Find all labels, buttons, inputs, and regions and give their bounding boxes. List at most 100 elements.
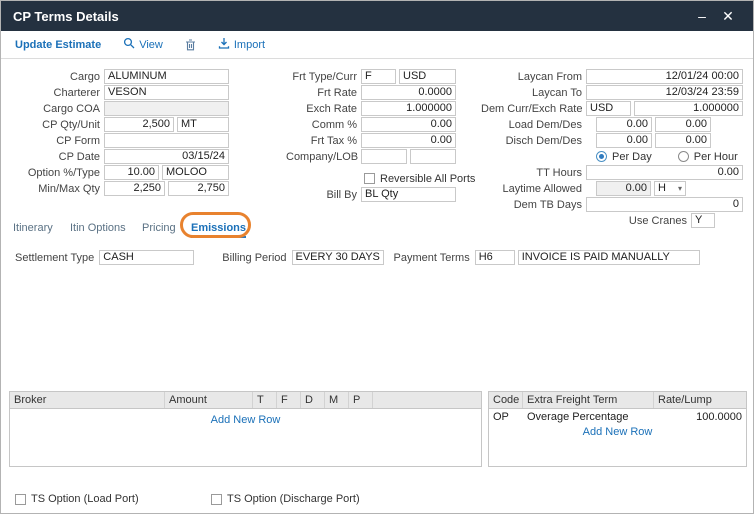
tt-hours-field[interactable]: 0.00 xyxy=(586,165,743,180)
view-button[interactable]: View xyxy=(123,37,163,52)
per-day-radio[interactable] xyxy=(596,151,607,162)
t-col-header[interactable]: T xyxy=(253,392,277,408)
payment-terms-code-field[interactable]: H6 xyxy=(475,250,515,265)
frt-rate-field[interactable]: 0.0000 xyxy=(361,85,456,100)
billing-period-field[interactable]: EVERY 30 DAYS xyxy=(292,250,384,265)
right-form-column: Laycan From 12/01/24 00:00 Laycan To 12/… xyxy=(481,69,743,229)
extra-freight-term-cell: Overage Percentage xyxy=(523,411,654,423)
table-row[interactable]: OP Overage Percentage 100.0000 xyxy=(489,409,746,425)
m-col-header[interactable]: M xyxy=(325,392,349,408)
laytime-allowed-label: Laytime Allowed xyxy=(481,183,586,195)
middle-form-column: Frt Type/Curr F USD Frt Rate 0.0000 Exch… xyxy=(286,69,475,203)
toolbar: Update Estimate View Import xyxy=(1,31,753,59)
ts-option-discharge-checkbox[interactable] xyxy=(211,494,222,505)
use-cranes-label: Use Cranes xyxy=(481,215,691,227)
rate-lump-col-header[interactable]: Rate/Lump xyxy=(654,392,746,408)
bill-by-label: Bill By xyxy=(286,189,361,201)
option-type-field[interactable]: MOLOO xyxy=(162,165,229,180)
delete-icon[interactable] xyxy=(185,39,196,51)
exch-rate-label: Exch Rate xyxy=(286,103,361,115)
tab-emissions[interactable]: Emissions xyxy=(191,222,246,238)
reversible-all-ports-label: Reversible All Ports xyxy=(380,173,475,185)
tt-hours-label: TT Hours xyxy=(481,167,586,179)
laytime-allowed-field[interactable]: 0.00 xyxy=(596,181,651,196)
frt-tax-field[interactable]: 0.00 xyxy=(361,133,456,148)
cargo-coa-field[interactable] xyxy=(104,101,229,116)
d-col-header[interactable]: D xyxy=(301,392,325,408)
dem-curr-exch-label: Dem Curr/Exch Rate xyxy=(481,103,586,115)
dem-exch-rate-field[interactable]: 1.000000 xyxy=(634,101,743,116)
chevron-down-icon: ▾ xyxy=(678,185,682,193)
ts-option-discharge-label: TS Option (Discharge Port) xyxy=(227,493,360,505)
laycan-to-field[interactable]: 12/03/24 23:59 xyxy=(586,85,743,100)
per-day-label: Per Day xyxy=(612,151,652,163)
per-hour-radio[interactable] xyxy=(678,151,689,162)
broker-table-header: Broker Amount T F D M P xyxy=(10,392,481,409)
charterer-label: Charterer xyxy=(9,87,104,99)
payment-terms-label: Payment Terms xyxy=(394,252,475,264)
minimize-button[interactable]: – xyxy=(689,8,715,24)
bill-by-field[interactable]: BL Qty xyxy=(361,187,456,202)
load-des-field[interactable]: 0.00 xyxy=(655,117,711,132)
laytime-unit-select[interactable]: H ▾ xyxy=(654,181,686,196)
extra-freight-add-new-row-link[interactable]: Add New Row xyxy=(489,426,746,438)
settlement-row: Settlement Type CASH Billing Period EVER… xyxy=(15,250,700,265)
load-dem-des-label: Load Dem/Des xyxy=(481,119,586,131)
tab-pricing[interactable]: Pricing xyxy=(142,222,176,234)
extra-freight-code-cell: OP xyxy=(489,411,523,423)
update-estimate-button[interactable]: Update Estimate xyxy=(15,39,101,51)
broker-add-new-row-link[interactable]: Add New Row xyxy=(10,414,481,426)
use-cranes-field[interactable]: Y xyxy=(691,213,715,228)
cp-qty-unit-label: CP Qty/Unit xyxy=(9,119,104,131)
option-pct-field[interactable]: 10.00 xyxy=(104,165,159,180)
disch-dem-field[interactable]: 0.00 xyxy=(596,133,652,148)
company-field[interactable] xyxy=(361,149,407,164)
cp-date-field[interactable]: 03/15/24 xyxy=(104,149,229,164)
p-col-header[interactable]: P xyxy=(349,392,373,408)
laycan-from-field[interactable]: 12/01/24 00:00 xyxy=(586,69,743,84)
broker-col-header[interactable]: Broker xyxy=(10,392,165,408)
extra-freight-rate-cell: 100.0000 xyxy=(654,411,746,423)
ts-option-load-label: TS Option (Load Port) xyxy=(31,493,139,505)
cp-terms-details-window: CP Terms Details – ✕ Update Estimate Vie… xyxy=(0,0,754,514)
company-lob-label: Company/LOB xyxy=(286,151,361,163)
laycan-from-label: Laycan From xyxy=(481,71,586,83)
f-col-header[interactable]: F xyxy=(277,392,301,408)
frt-curr-field[interactable]: USD xyxy=(399,69,456,84)
code-col-header[interactable]: Code xyxy=(489,392,523,408)
dem-tb-days-label: Dem TB Days xyxy=(481,199,586,211)
min-qty-field[interactable]: 2,250 xyxy=(104,181,165,196)
extra-freight-table-header: Code Extra Freight Term Rate/Lump xyxy=(489,392,746,409)
dem-tb-days-field[interactable]: 0 xyxy=(586,197,743,212)
reversible-all-ports-checkbox[interactable] xyxy=(364,173,375,184)
close-button[interactable]: ✕ xyxy=(715,8,741,25)
frt-type-field[interactable]: F xyxy=(361,69,396,84)
extra-freight-table: Code Extra Freight Term Rate/Lump OP Ove… xyxy=(488,391,747,467)
extra-freight-term-col-header[interactable]: Extra Freight Term xyxy=(523,392,654,408)
magnifier-icon xyxy=(123,37,135,52)
settlement-type-field[interactable]: CASH xyxy=(99,250,194,265)
option-pct-type-label: Option %/Type xyxy=(9,167,104,179)
cp-form-label: CP Form xyxy=(9,135,104,147)
settlement-type-label: Settlement Type xyxy=(15,252,99,264)
cp-form-field[interactable] xyxy=(104,133,229,148)
charterer-field[interactable]: VESON xyxy=(104,85,229,100)
cp-qty-field[interactable]: 2,500 xyxy=(104,117,174,132)
comm-pct-field[interactable]: 0.00 xyxy=(361,117,456,132)
lob-field[interactable] xyxy=(410,149,456,164)
exch-rate-field[interactable]: 1.000000 xyxy=(361,101,456,116)
broker-table: Broker Amount T F D M P Add New Row xyxy=(9,391,482,467)
load-dem-field[interactable]: 0.00 xyxy=(596,117,652,132)
tab-itin-options[interactable]: Itin Options xyxy=(70,222,126,234)
tab-itinerary[interactable]: Itinerary xyxy=(13,222,53,234)
ts-option-load-checkbox[interactable] xyxy=(15,494,26,505)
max-qty-field[interactable]: 2,750 xyxy=(168,181,229,196)
import-button[interactable]: Import xyxy=(218,37,265,52)
cargo-field[interactable]: ALUMINUM xyxy=(104,69,229,84)
dem-curr-field[interactable]: USD xyxy=(586,101,631,116)
disch-dem-des-label: Disch Dem/Des xyxy=(481,135,586,147)
payment-terms-desc-field[interactable]: INVOICE IS PAID MANUALLY xyxy=(518,250,700,265)
cp-unit-field[interactable]: MT xyxy=(177,117,229,132)
amount-col-header[interactable]: Amount xyxy=(165,392,253,408)
disch-des-field[interactable]: 0.00 xyxy=(655,133,711,148)
